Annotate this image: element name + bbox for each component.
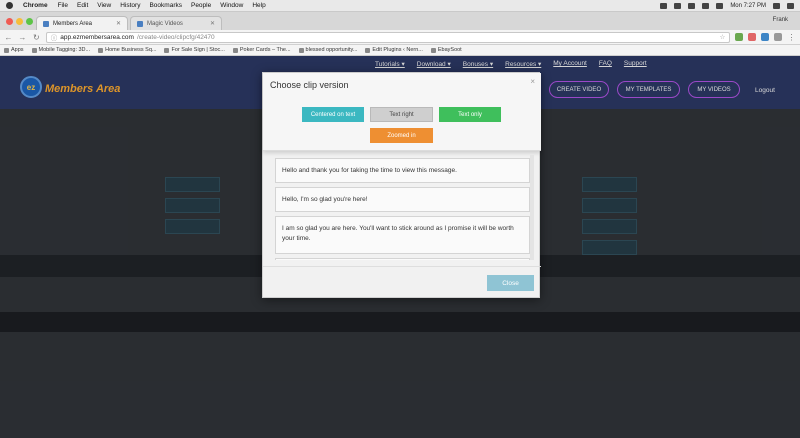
- bookmark-favicon-icon: [98, 47, 104, 53]
- bookmark-favicon-icon: [232, 47, 238, 53]
- bookmark-favicon-icon: [430, 47, 436, 53]
- modal-title: Choose clip version: [270, 80, 349, 90]
- bookmark-favicon-icon: [164, 47, 170, 53]
- dropbox-icon[interactable]: [674, 2, 682, 9]
- option-text-only-button[interactable]: Text only: [439, 107, 501, 122]
- option-zoomed-in-button[interactable]: Zoomed in: [370, 128, 433, 143]
- bookmark-favicon-icon: [365, 47, 371, 53]
- tab-magic-videos[interactable]: Magic Videos ✕: [130, 16, 222, 30]
- menu-help[interactable]: Help: [252, 2, 265, 9]
- os-menubar: Chrome File Edit View History Bookmarks …: [0, 0, 800, 12]
- url-path: /create-video/clipcfg/42470: [136, 33, 215, 41]
- option-text-right-button[interactable]: Text right: [370, 107, 433, 122]
- wifi-icon[interactable]: [688, 2, 696, 9]
- bookmark-favicon-icon: [298, 47, 304, 53]
- bookmark-item[interactable]: Apps: [4, 47, 24, 53]
- choose-clip-modal: Choose clip version × Centered on text T…: [262, 72, 541, 298]
- tab-close-icon[interactable]: ✕: [116, 20, 121, 27]
- menu-file[interactable]: File: [58, 2, 68, 9]
- url-domain: app.ezmembersarea.com: [60, 33, 134, 41]
- extension-icon[interactable]: [774, 33, 783, 41]
- window-close-icon[interactable]: [6, 18, 13, 25]
- apps-icon: [4, 47, 9, 53]
- tab-label: Members Area: [53, 20, 93, 27]
- tab-label: Magic Videos: [147, 20, 183, 27]
- bookmark-item[interactable]: Poker Cards – The...: [232, 47, 291, 53]
- extension-icon[interactable]: [748, 33, 757, 41]
- option-centered-on-text-button[interactable]: Centered on text: [302, 107, 364, 122]
- browser-toolbar: ← → ↻ ⓘ app.ezmembersarea.com/create-vid…: [0, 30, 800, 45]
- message-item[interactable]: Hello and thank you for taking the time …: [275, 158, 530, 183]
- menu-view[interactable]: View: [97, 2, 111, 9]
- camera-icon[interactable]: [660, 2, 668, 9]
- page-info-icon[interactable]: ⓘ: [51, 32, 58, 42]
- extension-icon[interactable]: [735, 33, 744, 41]
- bookmarks-bar: Apps Mobile Tagging: 3D... Home Business…: [0, 45, 800, 56]
- bookmark-star-icon[interactable]: ☆: [719, 33, 725, 41]
- bookmark-item[interactable]: blessed opportunity...: [298, 47, 357, 53]
- notification-center-icon[interactable]: [787, 2, 794, 9]
- chrome-menu-icon[interactable]: ⋮: [787, 33, 796, 42]
- bookmark-item[interactable]: Mobile Tagging: 3D...: [31, 47, 90, 53]
- forward-icon[interactable]: →: [18, 33, 27, 42]
- menu-window[interactable]: Window: [220, 2, 243, 9]
- message-item[interactable]: Hello, I'm so glad you're here!: [275, 187, 530, 212]
- window-minimize-icon[interactable]: [16, 18, 23, 25]
- apple-icon[interactable]: [6, 2, 13, 9]
- menu-people[interactable]: People: [191, 2, 211, 9]
- window-maximize-icon[interactable]: [26, 18, 33, 25]
- clip-options-panel: Choose clip version × Centered on text T…: [263, 73, 541, 151]
- modal-footer-divider: [263, 266, 541, 267]
- back-icon[interactable]: ←: [4, 33, 13, 42]
- menu-history[interactable]: History: [120, 2, 140, 9]
- app-name-menu[interactable]: Chrome: [23, 2, 48, 9]
- address-bar[interactable]: ⓘ app.ezmembersarea.com/create-video/cli…: [45, 31, 731, 43]
- favicon-icon: [43, 20, 49, 27]
- message-list-scrollbar[interactable]: [530, 155, 534, 260]
- bookmark-item[interactable]: EbaySoot: [430, 47, 462, 53]
- profile-button[interactable]: Frank: [773, 17, 788, 23]
- bookmark-item[interactable]: Home Business Sq...: [98, 47, 156, 53]
- status-area: Mon 7:27 PM: [660, 2, 794, 9]
- clock[interactable]: Mon 7:27 PM: [730, 3, 766, 9]
- message-item[interactable]: [275, 258, 530, 260]
- extension-icon[interactable]: [761, 33, 770, 41]
- volume-icon[interactable]: [702, 2, 710, 9]
- tab-members-area[interactable]: Members Area ✕: [36, 16, 128, 30]
- bookmark-item[interactable]: Edit Plugins ‹ Nern...: [365, 47, 423, 53]
- bookmark-favicon-icon: [31, 47, 37, 53]
- close-button[interactable]: Close: [487, 275, 534, 291]
- tab-strip: Members Area ✕ Magic Videos ✕ Frank: [0, 12, 800, 30]
- close-icon[interactable]: ×: [530, 77, 535, 86]
- reload-icon[interactable]: ↻: [32, 33, 41, 42]
- tab-close-icon[interactable]: ✕: [210, 20, 215, 27]
- message-item[interactable]: I am so glad you are here. You'll want t…: [275, 216, 530, 254]
- menu-bookmarks[interactable]: Bookmarks: [149, 2, 182, 9]
- message-list[interactable]: Hello and thank you for taking the time …: [273, 155, 533, 260]
- battery-icon[interactable]: [716, 2, 724, 9]
- menu-edit[interactable]: Edit: [77, 2, 88, 9]
- bookmark-item[interactable]: For Sale Sign | Stoc...: [164, 47, 225, 53]
- spotlight-icon[interactable]: [773, 2, 780, 9]
- favicon-icon: [137, 20, 143, 27]
